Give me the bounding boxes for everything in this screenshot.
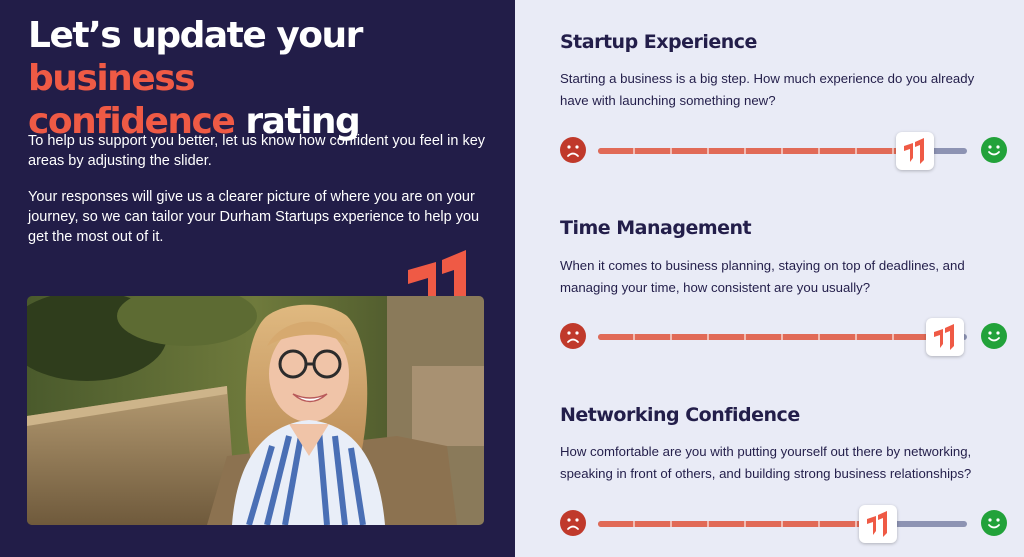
happy-face-icon bbox=[981, 137, 1007, 163]
intro-paragraph-2: Your responses will give us a clearer pi… bbox=[28, 189, 480, 245]
question-description: How comfortable are you with putting you… bbox=[560, 444, 972, 481]
happy-face-icon bbox=[981, 510, 1007, 536]
slider-fill bbox=[598, 148, 915, 154]
rating-panel: Startup Experience Starting a business i… bbox=[515, 0, 1024, 557]
intro-paragraph-1: To help us support you better, let us kn… bbox=[28, 133, 486, 169]
question-title: Startup Experience bbox=[560, 31, 757, 53]
confidence-slider[interactable] bbox=[598, 132, 967, 170]
question-title: Time Management bbox=[560, 217, 752, 239]
question-description: Starting a business is a big step. How m… bbox=[560, 71, 975, 108]
slider-thumb[interactable] bbox=[926, 318, 964, 356]
slider-thumb[interactable] bbox=[859, 505, 897, 543]
title-part-1: Let’s update your bbox=[28, 15, 363, 56]
question-description: When it comes to business planning, stay… bbox=[560, 258, 965, 295]
sad-face-icon bbox=[560, 137, 586, 163]
slider-fill bbox=[598, 521, 878, 527]
sad-face-icon bbox=[560, 323, 586, 349]
question-title: Networking Confidence bbox=[560, 404, 800, 426]
founder-photo bbox=[27, 296, 484, 525]
sad-face-icon bbox=[560, 510, 586, 536]
confidence-slider[interactable] bbox=[598, 318, 967, 356]
happy-face-icon bbox=[981, 323, 1007, 349]
intro-panel: Let’s update your business confidence ra… bbox=[0, 0, 515, 557]
page-title: Let’s update your business confidence ra… bbox=[28, 14, 498, 143]
confidence-slider[interactable] bbox=[598, 505, 967, 543]
title-accent-1: business bbox=[28, 58, 196, 99]
slider-fill bbox=[598, 334, 945, 340]
slider-thumb[interactable] bbox=[896, 132, 934, 170]
